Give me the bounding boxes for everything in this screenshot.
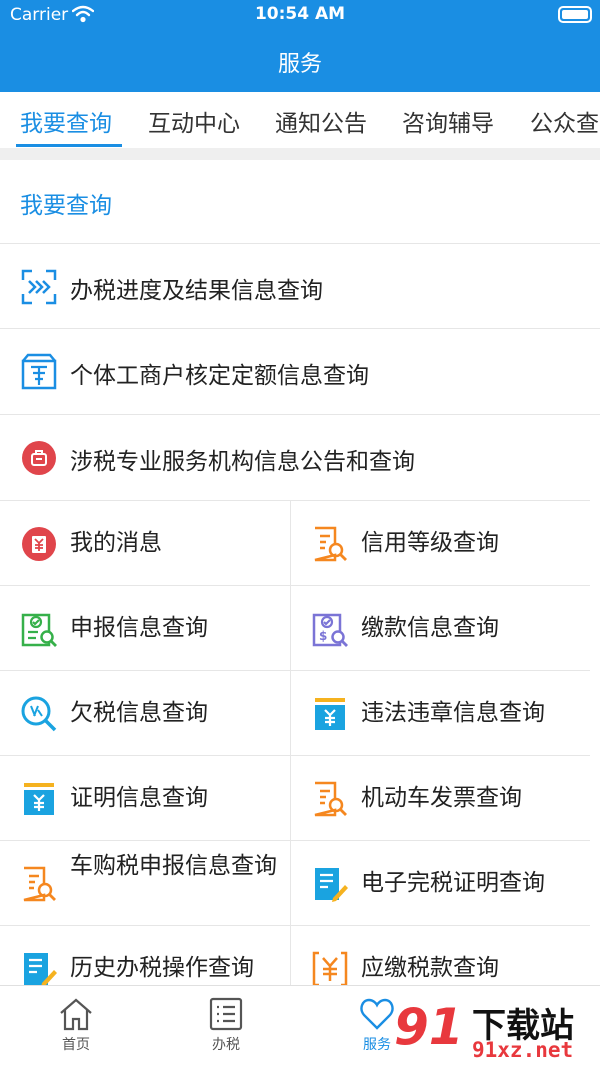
grid-item-label: 车购税申报信息查询 — [70, 853, 277, 879]
yen-card-icon — [24, 783, 54, 815]
bottom-tab-label: 办税 — [212, 1037, 240, 1053]
watermark-url: 91xz.net — [472, 1038, 574, 1062]
page-title: 服务 — [277, 52, 322, 77]
shop-icon — [21, 353, 57, 390]
progress-scan-icon — [21, 269, 57, 305]
grid-item-certificate-query[interactable]: 证明信息查询 — [0, 755, 300, 840]
grid-item-purchase-tax-query[interactable]: 车购税申报信息查询 — [0, 840, 300, 925]
grid-item-arrears-query[interactable]: 欠税信息查询 — [0, 670, 300, 755]
briefcase-icon — [22, 441, 56, 475]
edit-document-icon — [315, 868, 348, 902]
grid-item-label: 我的消息 — [70, 530, 162, 556]
grid-item-my-messages[interactable]: 我的消息 — [0, 500, 300, 585]
status-bar: Carrier 10:54 AM — [0, 0, 600, 30]
grid-item-label: 欠税信息查询 — [70, 700, 208, 726]
tab-query[interactable]: 我要查询 — [20, 104, 112, 138]
tab-interaction[interactable]: 互动中心 — [148, 104, 240, 138]
clock: 10:54 AM — [254, 4, 346, 24]
grid-item-declare-query[interactable]: 申报信息查询 — [0, 585, 300, 670]
section-gap — [0, 148, 600, 160]
svg-text:$: $ — [319, 629, 327, 643]
grid-item-label: 违法违章信息查询 — [361, 700, 545, 726]
nav-bar: 服务 — [0, 30, 600, 92]
list-icon — [209, 997, 243, 1031]
list-item-label: 涉税专业服务机构信息公告和查询 — [70, 449, 415, 475]
tab-bar: 我要查询 互动中心 通知公告 咨询辅导 公众查 — [0, 92, 600, 148]
list-item-label: 个体工商户核定定额信息查询 — [70, 363, 369, 389]
grid-item-label: 历史办税操作查询 — [70, 955, 254, 981]
grid-item-label: 应缴税款查询 — [361, 955, 499, 981]
declare-search-icon — [21, 613, 57, 647]
home-icon — [60, 998, 92, 1031]
grid-item-vehicle-invoice-query[interactable]: 机动车发票查询 — [290, 755, 590, 840]
document-search-icon — [314, 781, 347, 817]
tab-notices[interactable]: 通知公告 — [275, 104, 367, 138]
list-item-label: 办税进度及结果信息查询 — [70, 278, 323, 304]
yen-frame-icon — [312, 951, 348, 987]
tab-active-indicator — [16, 144, 122, 147]
grid-item-label: 机动车发票查询 — [361, 785, 522, 811]
list-item-agency-query[interactable]: 涉税专业服务机构信息公告和查询 — [0, 414, 600, 499]
bottom-tab-tax[interactable]: 办税 — [186, 996, 266, 1054]
document-search-icon — [314, 526, 347, 562]
arrears-search-icon — [21, 696, 57, 732]
bottom-tab-home[interactable]: 首页 — [36, 996, 116, 1054]
grid-item-credit-query[interactable]: 信用等级查询 — [290, 500, 590, 585]
yen-card-icon — [315, 698, 345, 730]
grid-item-payment-query[interactable]: $ 缴款信息查询 — [290, 585, 590, 670]
payment-search-icon: $ — [312, 613, 348, 647]
tab-consulting[interactable]: 咨询辅导 — [402, 104, 494, 138]
watermark-logo: 91 下载站 91xz.net — [394, 998, 594, 1064]
section-title: 我要查询 — [20, 193, 112, 219]
grid-item-label: 缴款信息查询 — [361, 615, 499, 641]
tab-public-query[interactable]: 公众查 — [530, 104, 599, 138]
heart-icon — [360, 998, 394, 1030]
list-item-progress-query[interactable]: 办税进度及结果信息查询 — [0, 243, 600, 328]
edit-document-icon — [24, 953, 57, 987]
grid-item-label: 电子完税证明查询 — [361, 870, 545, 896]
battery-icon — [558, 6, 592, 23]
grid-item-tax-certificate-query[interactable]: 电子完税证明查询 — [290, 840, 590, 925]
grid-item-label: 证明信息查询 — [70, 785, 208, 811]
bottom-tab-label: 首页 — [62, 1037, 90, 1053]
grid-item-label: 申报信息查询 — [70, 615, 208, 641]
document-search-icon — [23, 866, 56, 902]
grid-item-label: 信用等级查询 — [361, 530, 499, 556]
grid-item-violation-query[interactable]: 违法违章信息查询 — [290, 670, 590, 755]
message-yen-icon — [22, 527, 56, 561]
list-item-shop-quota[interactable]: 个体工商户核定定额信息查询 — [0, 328, 600, 413]
watermark-number: 91 — [394, 998, 464, 1056]
